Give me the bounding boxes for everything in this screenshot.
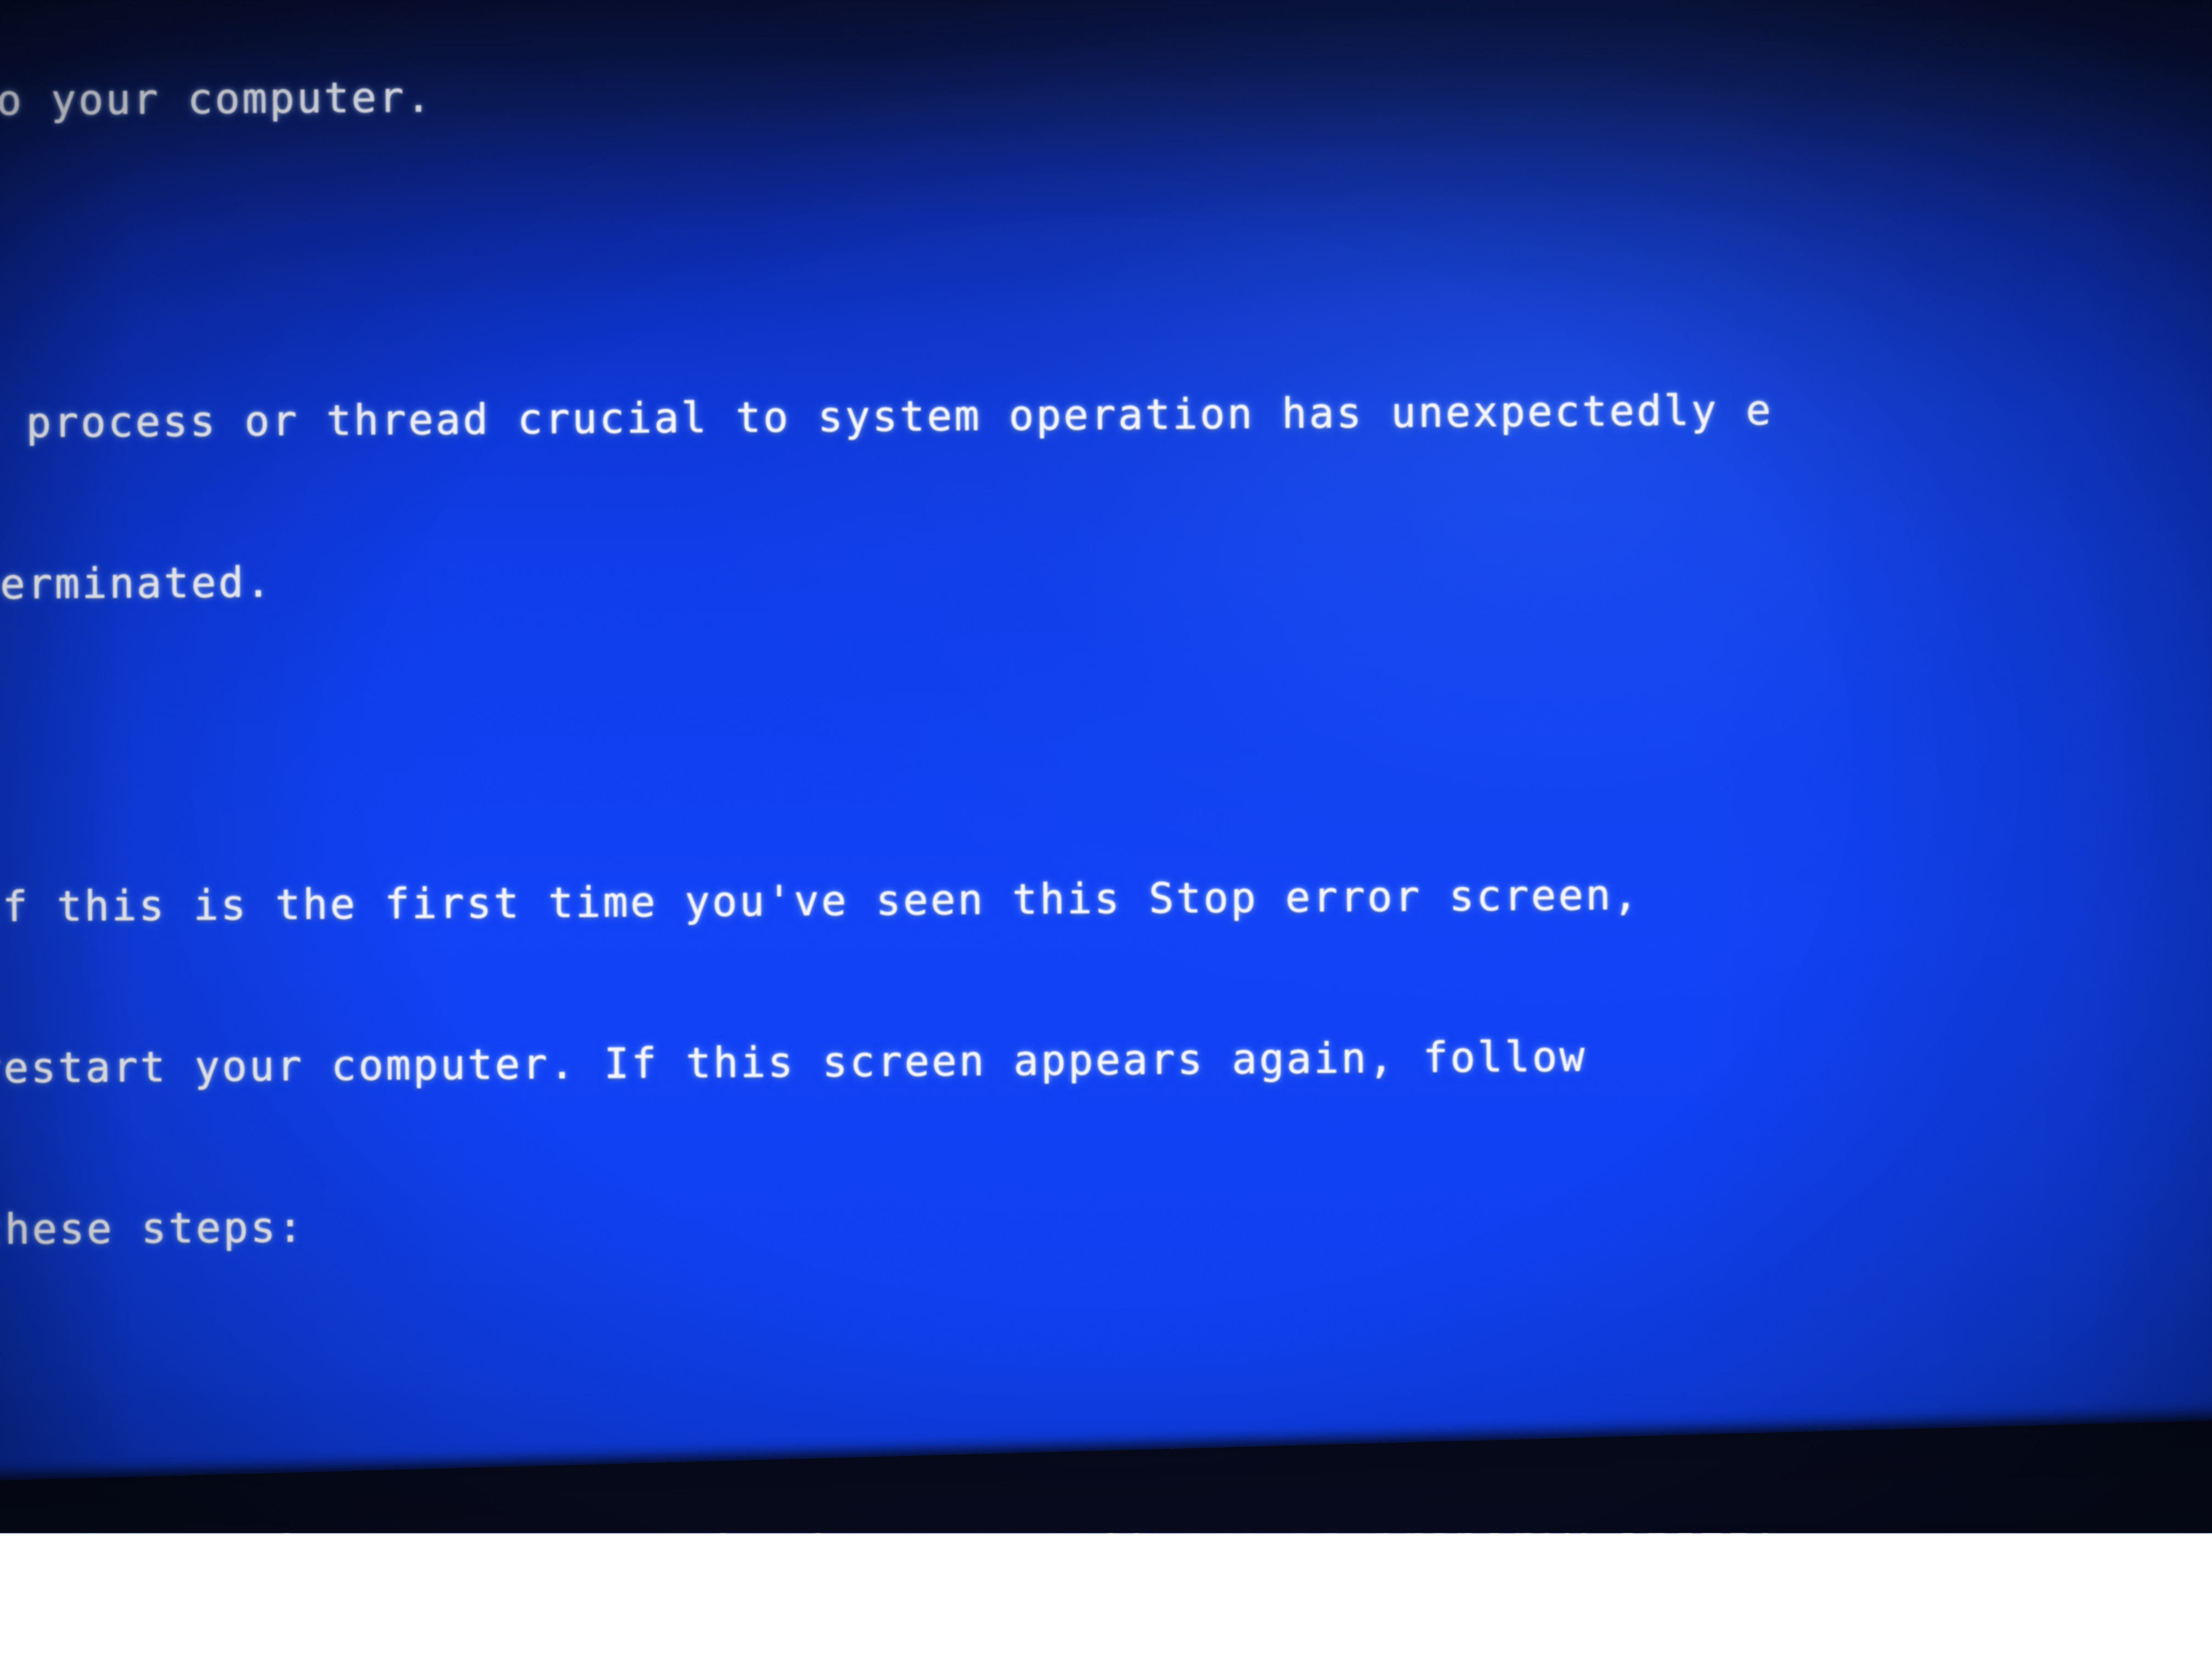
bsod-line-blank	[0, 1346, 2212, 1418]
bsod-line: terminated.	[0, 540, 2212, 611]
bsod-line: these steps:	[0, 1185, 2212, 1256]
photo-of-monitor: to your computer. A process or thread cr…	[0, 0, 2212, 1659]
bsod-line-blank	[0, 217, 2212, 289]
bsod-line: A process or thread crucial to system op…	[0, 379, 2212, 450]
bsod-line: If this is the first time you've seen th…	[0, 862, 2212, 934]
bsod-line: to your computer.	[0, 56, 2212, 127]
bsod-line-blank	[0, 701, 2212, 772]
bsod-line: restart your computer. If this screen ap…	[0, 1024, 2212, 1095]
bsod-text-block: to your computer. A process or thread cr…	[0, 0, 2212, 1659]
